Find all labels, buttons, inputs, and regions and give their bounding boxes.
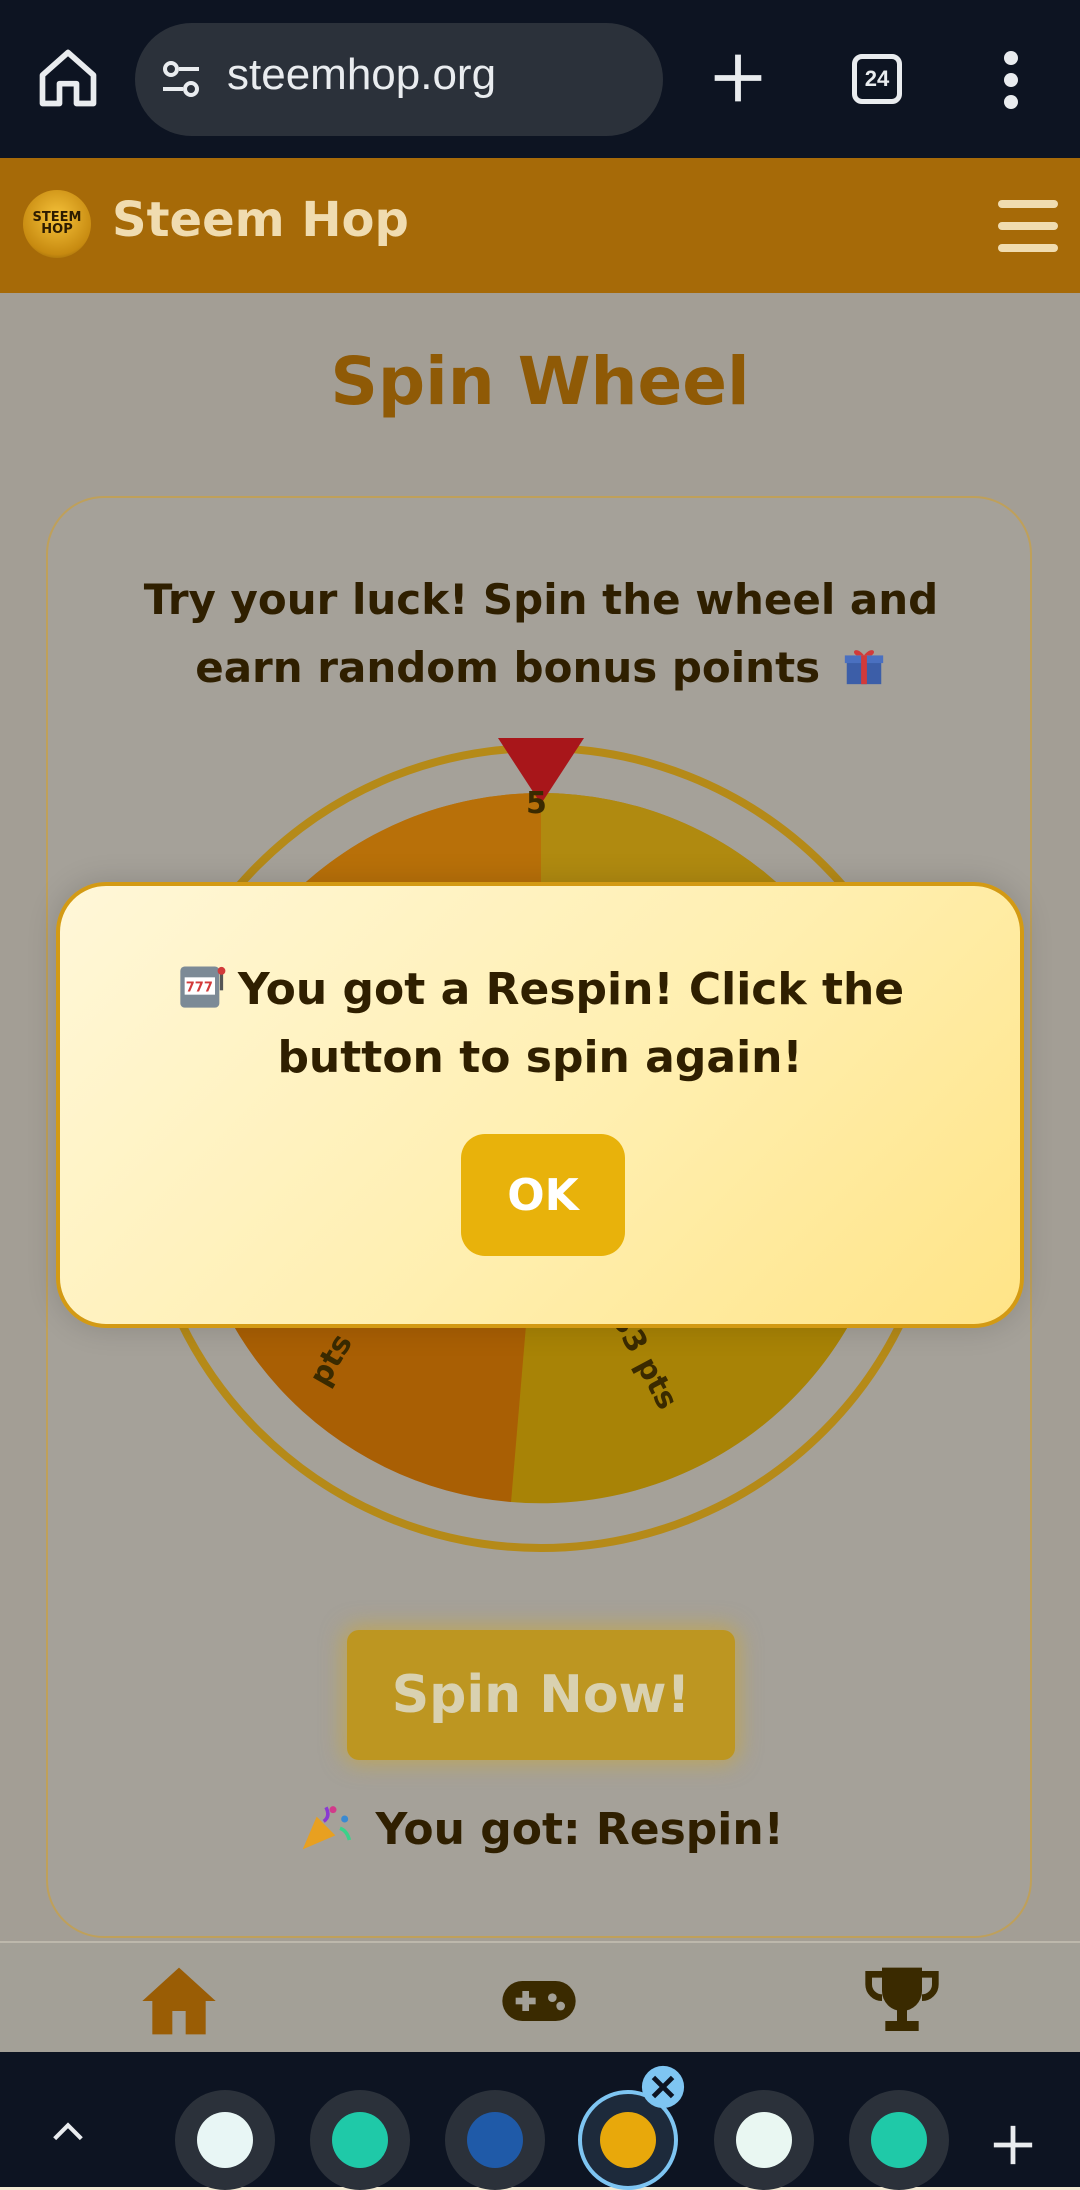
site-header: STEEM HOP Steem Hop	[0, 158, 1080, 293]
tab-switcher-button[interactable]: 24	[852, 54, 902, 104]
tab-item[interactable]	[445, 2090, 545, 2190]
new-tab-icon[interactable]	[710, 50, 766, 106]
result-text: You got: Respin!	[48, 1798, 1034, 1855]
hamburger-menu-icon[interactable]	[998, 198, 1058, 254]
home-icon[interactable]	[34, 44, 102, 112]
tab-item[interactable]	[175, 2090, 275, 2190]
tab-item[interactable]	[849, 2090, 949, 2190]
address-bar[interactable]: steemhop.org	[135, 23, 663, 136]
url-text[interactable]: steemhop.org	[227, 50, 496, 100]
page-title: Spin Wheel	[330, 343, 750, 420]
site-logo[interactable]: STEEM HOP	[23, 190, 91, 258]
close-icon[interactable]	[640, 2064, 686, 2110]
chevron-up-icon[interactable]	[48, 2112, 88, 2152]
ok-button[interactable]: OK	[461, 1134, 625, 1256]
trophy-icon[interactable]	[862, 1961, 942, 2041]
gamepad-icon[interactable]	[499, 1961, 579, 2041]
steemhop-icon	[600, 2112, 656, 2168]
tab-item[interactable]	[310, 2090, 410, 2190]
gift-icon	[844, 650, 883, 685]
svg-text:777: 777	[186, 980, 213, 995]
globe-icon	[467, 2112, 523, 2168]
wheel-label: 5	[526, 786, 547, 821]
browser-toolbar: steemhop.org 24	[0, 0, 1080, 158]
tab-item[interactable]	[714, 2090, 814, 2190]
wave-icon	[197, 2112, 253, 2168]
home-icon[interactable]	[139, 1961, 219, 2041]
site-bottom-nav	[0, 1941, 1080, 2054]
chat-icon	[332, 2112, 388, 2168]
more-menu-icon[interactable]	[996, 50, 1026, 110]
add-tab-icon[interactable]	[990, 2122, 1036, 2168]
intro-text: Try your luck! Spin the wheel and earn r…	[143, 575, 939, 692]
chat-icon	[871, 2112, 927, 2168]
dialog-message: 777 You got a Respin! Click the button t…	[120, 956, 960, 1092]
site-settings-icon[interactable]	[157, 55, 205, 103]
browser-tab-strip	[0, 2052, 1080, 2190]
slot-machine-icon: 777	[180, 966, 226, 1008]
party-popper-icon	[302, 1806, 352, 1850]
spin-now-button[interactable]: Spin Now!	[347, 1630, 735, 1760]
site-title[interactable]: Steem Hop	[112, 192, 409, 248]
respin-dialog: 777 You got a Respin! Click the button t…	[56, 882, 1024, 1328]
d4-icon	[736, 2112, 792, 2168]
